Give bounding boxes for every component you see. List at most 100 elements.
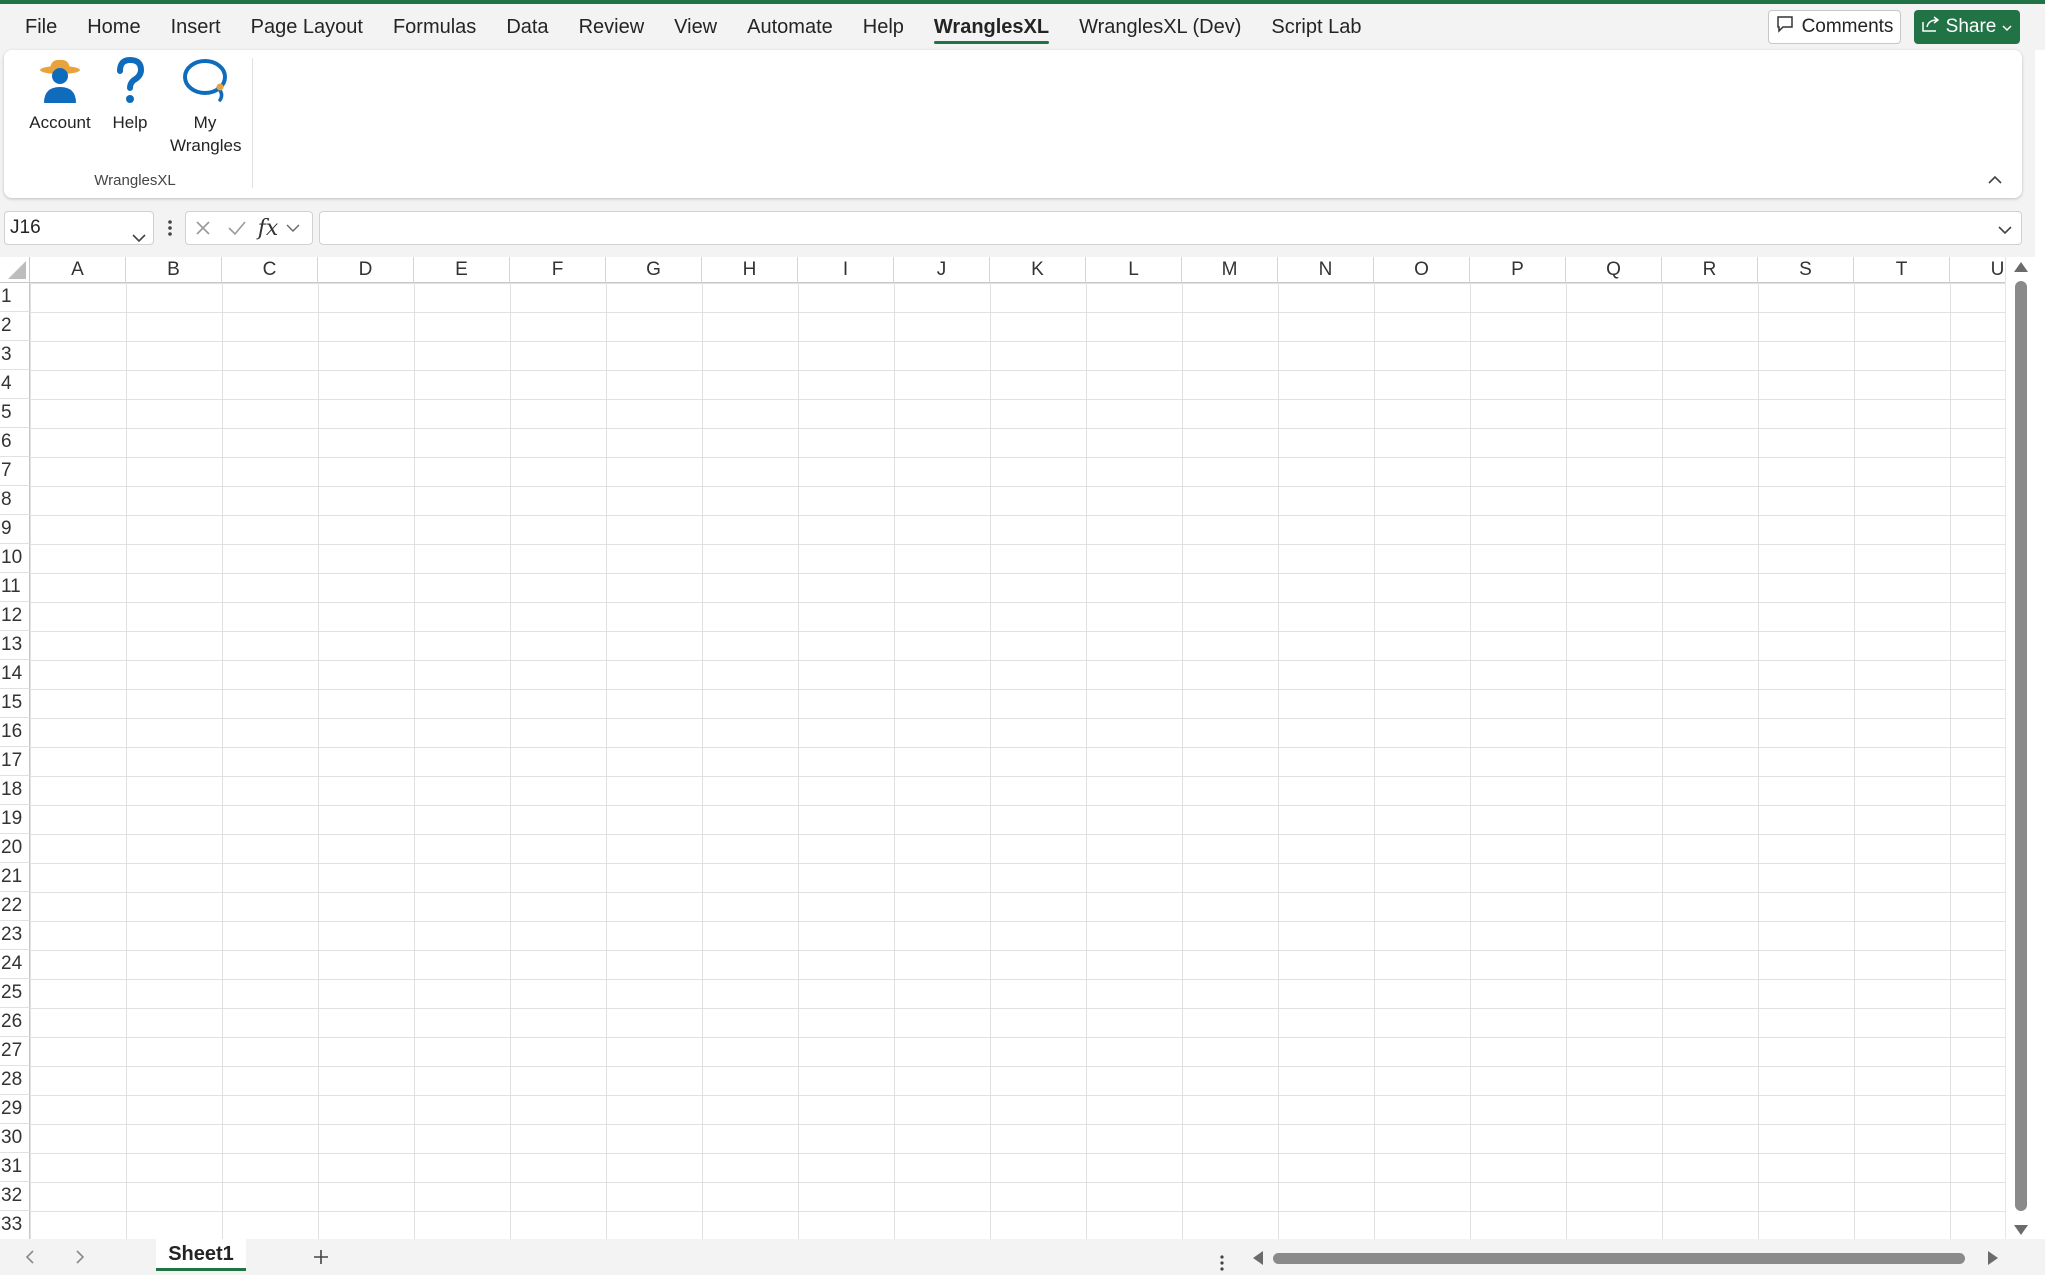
row-header[interactable]: 22 <box>0 892 30 921</box>
add-sheet-icon[interactable] <box>308 1244 334 1270</box>
scroll-up-icon[interactable] <box>2014 262 2028 272</box>
chevron-down-icon[interactable] <box>282 212 304 244</box>
row-header[interactable]: 30 <box>0 1124 30 1153</box>
row-header[interactable]: 6 <box>0 428 30 457</box>
row-header[interactable]: 3 <box>0 341 30 370</box>
comment-icon <box>1776 15 1794 39</box>
row-header[interactable]: 16 <box>0 718 30 747</box>
tab-wranglesxl-dev[interactable]: WranglesXL (Dev) <box>1064 4 1256 50</box>
row-header[interactable]: 24 <box>0 950 30 979</box>
expand-formula-bar-icon[interactable] <box>1997 222 2013 240</box>
row-header[interactable]: 21 <box>0 863 30 892</box>
row-header[interactable]: 7 <box>0 457 30 486</box>
column-header[interactable]: R <box>1662 257 1758 283</box>
row-header[interactable]: 10 <box>0 544 30 573</box>
comments-button[interactable]: Comments <box>1768 10 1901 44</box>
vertical-scroll-thumb[interactable] <box>2015 281 2027 1211</box>
my-wrangles-button[interactable]: My Wrangles <box>162 56 248 157</box>
row-header[interactable]: 29 <box>0 1095 30 1124</box>
row-header[interactable]: 19 <box>0 805 30 834</box>
scroll-left-icon[interactable] <box>1253 1251 1263 1265</box>
tab-file[interactable]: File <box>10 4 72 50</box>
row-header[interactable]: 8 <box>0 486 30 515</box>
column-header[interactable]: I <box>798 257 894 283</box>
column-header[interactable]: P <box>1470 257 1566 283</box>
column-header[interactable]: M <box>1182 257 1278 283</box>
collapse-ribbon-button[interactable] <box>1982 170 2008 192</box>
column-header[interactable]: E <box>414 257 510 283</box>
column-header[interactable]: J <box>894 257 990 283</box>
row-header[interactable]: 32 <box>0 1182 30 1211</box>
tab-insert[interactable]: Insert <box>156 4 236 50</box>
tab-review[interactable]: Review <box>564 4 660 50</box>
more-options-icon[interactable] <box>1217 1251 1227 1275</box>
menu-bar: File Home Insert Page Layout Formulas Data Rev… <box>0 4 2045 50</box>
confirm-entry-icon[interactable] <box>220 212 254 244</box>
column-header[interactable]: A <box>30 257 126 283</box>
name-box[interactable]: J16 <box>4 211 154 245</box>
row-header[interactable]: 26 <box>0 1008 30 1037</box>
column-header[interactable]: B <box>126 257 222 283</box>
ribbon-button-label: Help <box>112 113 148 132</box>
tab-formulas[interactable]: Formulas <box>378 4 491 50</box>
tab-home[interactable]: Home <box>72 4 155 50</box>
worksheet-grid[interactable]: ABCDEFGHIJKLMNOPQRSTU 1 2 3 4 5 6 7 8 9 10 11 12 13 1… <box>0 257 2005 1239</box>
cancel-entry-icon[interactable] <box>186 212 220 244</box>
share-button[interactable]: Share <box>1914 10 2020 44</box>
row-header[interactable]: 25 <box>0 979 30 1008</box>
insert-function-icon[interactable]: fx <box>254 212 282 244</box>
column-header[interactable]: D <box>318 257 414 283</box>
row-header[interactable]: 2 <box>0 312 30 341</box>
row-header[interactable]: 33 <box>0 1211 30 1239</box>
row-header[interactable]: 4 <box>0 370 30 399</box>
tab-page-layout[interactable]: Page Layout <box>236 4 378 50</box>
column-header[interactable]: L <box>1086 257 1182 283</box>
row-header[interactable]: 15 <box>0 689 30 718</box>
chevron-down-icon[interactable] <box>131 222 147 254</box>
column-header[interactable]: T <box>1854 257 1950 283</box>
row-header[interactable]: 13 <box>0 631 30 660</box>
row-header[interactable]: 31 <box>0 1153 30 1182</box>
next-sheet-icon[interactable] <box>68 1245 92 1269</box>
column-header[interactable]: H <box>702 257 798 283</box>
account-button[interactable]: Account <box>22 56 98 134</box>
row-header[interactable]: 12 <box>0 602 30 631</box>
lasso-icon <box>180 56 230 111</box>
column-header[interactable]: G <box>606 257 702 283</box>
tab-wranglesxl[interactable]: WranglesXL <box>919 4 1064 50</box>
row-header[interactable]: 9 <box>0 515 30 544</box>
tab-help[interactable]: Help <box>848 4 919 50</box>
row-header[interactable]: 27 <box>0 1037 30 1066</box>
horizontal-scroll-thumb[interactable] <box>1273 1253 1965 1264</box>
scroll-right-icon[interactable] <box>1988 1251 1998 1265</box>
row-header[interactable]: 28 <box>0 1066 30 1095</box>
column-header[interactable]: Q <box>1566 257 1662 283</box>
column-header[interactable]: F <box>510 257 606 283</box>
column-header[interactable]: S <box>1758 257 1854 283</box>
sheet-tab[interactable]: Sheet1 <box>156 1239 246 1271</box>
scroll-down-icon[interactable] <box>2014 1225 2028 1235</box>
column-header[interactable]: U <box>1950 257 2005 283</box>
column-header[interactable]: N <box>1278 257 1374 283</box>
formula-input[interactable] <box>319 211 2022 245</box>
tab-automate[interactable]: Automate <box>732 4 848 50</box>
tab-script-lab[interactable]: Script Lab <box>1256 4 1376 50</box>
row-header[interactable]: 5 <box>0 399 30 428</box>
more-options-icon[interactable] <box>163 214 177 242</box>
column-header[interactable]: O <box>1374 257 1470 283</box>
row-header[interactable]: 11 <box>0 573 30 602</box>
tab-view[interactable]: View <box>659 4 732 50</box>
help-button[interactable]: Help <box>105 56 155 134</box>
vertical-scrollbar[interactable] <box>2005 257 2035 1239</box>
row-header[interactable]: 14 <box>0 660 30 689</box>
column-header[interactable]: K <box>990 257 1086 283</box>
column-header[interactable]: C <box>222 257 318 283</box>
row-header[interactable]: 1 <box>0 283 30 312</box>
row-header[interactable]: 23 <box>0 921 30 950</box>
row-header[interactable]: 20 <box>0 834 30 863</box>
tab-data[interactable]: Data <box>491 4 563 50</box>
row-header[interactable]: 17 <box>0 747 30 776</box>
row-header[interactable]: 18 <box>0 776 30 805</box>
previous-sheet-icon[interactable] <box>18 1245 42 1269</box>
select-all-button[interactable] <box>0 257 30 283</box>
